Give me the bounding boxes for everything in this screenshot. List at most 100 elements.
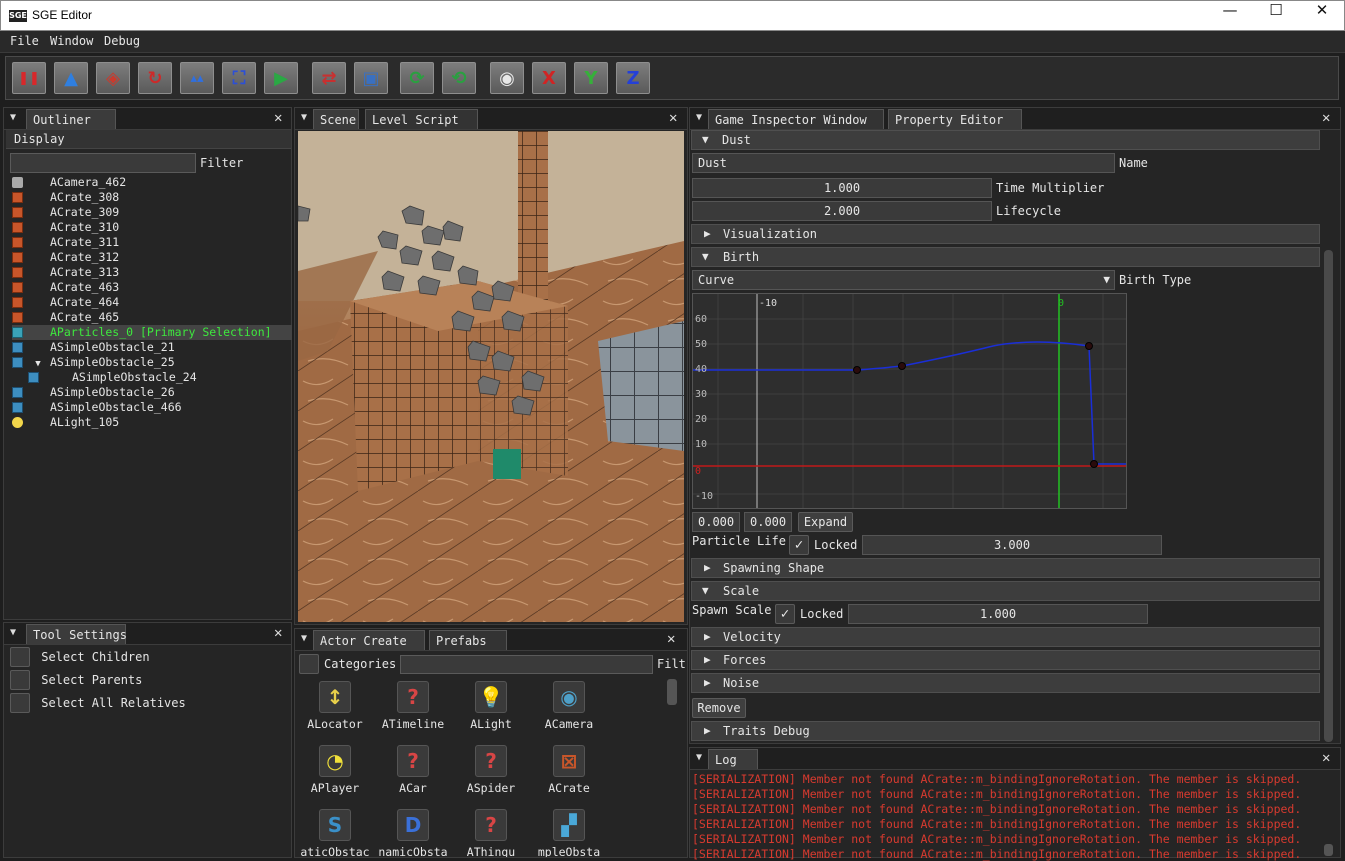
play-add-button[interactable]: ▶ bbox=[264, 62, 298, 94]
outliner-item[interactable]: ACrate_310 bbox=[12, 220, 292, 235]
select-all-relatives-checkbox[interactable] bbox=[10, 693, 30, 713]
scale-button[interactable]: ▴▴ bbox=[180, 62, 214, 94]
tab-game-inspector[interactable]: Game Inspector Window bbox=[708, 109, 884, 129]
axis-y-button[interactable]: Y bbox=[574, 62, 608, 94]
outliner-filter-input[interactable] bbox=[10, 153, 196, 173]
visualization-section-header[interactable]: ▶ Visualization bbox=[691, 224, 1320, 244]
birth-type-select[interactable]: Curve ▼ bbox=[692, 270, 1115, 290]
scene-viewport[interactable] bbox=[298, 131, 684, 622]
actor-item[interactable]: ▞ mpleObsta bbox=[531, 809, 607, 857]
curve-y-input[interactable]: 0.000 bbox=[744, 512, 792, 532]
tab-level-script[interactable]: Level Script bbox=[365, 109, 478, 129]
velocity-section-header[interactable]: ▶ Velocity bbox=[691, 627, 1320, 647]
maximize-button[interactable]: ☐ bbox=[1253, 1, 1299, 31]
outliner-item[interactable]: ACrate_313 bbox=[12, 265, 292, 280]
close-icon[interactable]: ✕ bbox=[667, 631, 675, 647]
log-scrollbar[interactable] bbox=[1324, 844, 1333, 856]
tab-property-editor[interactable]: Property Editor bbox=[888, 109, 1022, 129]
actor-item[interactable]: ? ACar bbox=[375, 745, 451, 795]
panel-menu-icon[interactable]: ▼ bbox=[10, 627, 16, 638]
select-children-checkbox[interactable] bbox=[10, 647, 30, 667]
close-icon[interactable]: ✕ bbox=[274, 110, 282, 126]
panel-menu-icon[interactable]: ▼ bbox=[301, 633, 307, 644]
tab-actor-create[interactable]: Actor Create bbox=[313, 630, 425, 650]
select-all-relatives-option[interactable]: Select All Relatives bbox=[10, 693, 186, 713]
noise-section-header[interactable]: ▶ Noise bbox=[691, 673, 1320, 693]
birth-section-header[interactable]: ▼ Birth bbox=[691, 247, 1320, 267]
menu-window[interactable]: Window bbox=[50, 34, 93, 48]
window-button[interactable]: ▣ bbox=[354, 62, 388, 94]
tab-scene[interactable]: Scene bbox=[313, 109, 359, 129]
outliner-item[interactable]: ASimpleObstacle_21 bbox=[12, 340, 292, 355]
menu-file[interactable]: File bbox=[10, 34, 39, 48]
axis-x-button[interactable]: X bbox=[532, 62, 566, 94]
actor-item[interactable]: DnamicObsta bbox=[375, 809, 451, 857]
particle-life-locked-checkbox[interactable]: ✓ bbox=[789, 535, 809, 555]
actor-item[interactable]: SaticObstac bbox=[297, 809, 373, 857]
tab-outliner[interactable]: Outliner bbox=[26, 109, 116, 129]
actor-item[interactable]: ◔ APlayer bbox=[297, 745, 373, 795]
select-parents-option[interactable]: Select Parents bbox=[10, 670, 142, 690]
fit-button[interactable]: ⛶ bbox=[222, 62, 256, 94]
panel-menu-icon[interactable]: ▼ bbox=[696, 112, 702, 123]
time-multiplier-input[interactable]: 1.000 bbox=[692, 178, 992, 198]
forces-section-header[interactable]: ▶ Forces bbox=[691, 650, 1320, 670]
actor-item[interactable]: ? ATimeline bbox=[375, 681, 451, 731]
traits-debug-section-header[interactable]: ▶ Traits Debug bbox=[691, 721, 1320, 741]
remove-button[interactable]: Remove bbox=[692, 698, 746, 718]
close-icon[interactable]: ✕ bbox=[1322, 110, 1330, 126]
panel-menu-icon[interactable]: ▼ bbox=[301, 112, 307, 123]
swap-button[interactable]: ⇄ bbox=[312, 62, 346, 94]
spawning-shape-section-header[interactable]: ▶ Spawning Shape bbox=[691, 558, 1320, 578]
outliner-item[interactable]: ACrate_465 bbox=[12, 310, 292, 325]
display-menu[interactable]: Display bbox=[6, 130, 291, 149]
select-children-option[interactable]: Select Children bbox=[10, 647, 150, 667]
spawn-scale-locked-checkbox[interactable]: ✓ bbox=[775, 604, 795, 624]
particle-life-input[interactable]: 3.000 bbox=[862, 535, 1162, 555]
panel-menu-icon[interactable]: ▼ bbox=[10, 112, 16, 123]
tab-tool-settings[interactable]: Tool Settings bbox=[26, 624, 127, 644]
outliner-item[interactable]: ASimpleObstacle_466 bbox=[12, 400, 292, 415]
lifecycle-input[interactable]: 2.000 bbox=[692, 201, 992, 221]
pause-button[interactable]: ❚❚ bbox=[12, 62, 46, 94]
outliner-item[interactable]: ALight_105 bbox=[12, 415, 292, 430]
outliner-item[interactable]: ASimpleObstacle_26 bbox=[12, 385, 292, 400]
refresh-button[interactable]: ↻ bbox=[138, 62, 172, 94]
outliner-item[interactable]: ACrate_312 bbox=[12, 250, 292, 265]
reload-green-button[interactable]: ⟳ bbox=[400, 62, 434, 94]
tab-log[interactable]: Log bbox=[708, 749, 758, 769]
categories-checkbox[interactable] bbox=[299, 654, 319, 674]
dust-section-header[interactable]: ▼ Dust bbox=[691, 130, 1320, 150]
expand-button[interactable]: Expand bbox=[798, 512, 853, 532]
curve-x-input[interactable]: 0.000 bbox=[692, 512, 740, 532]
actor-item[interactable]: ↕ ALocator bbox=[297, 681, 373, 731]
outliner-item[interactable]: AParticles_0 [Primary Selection] bbox=[12, 325, 292, 340]
camera-button[interactable]: ◉ bbox=[490, 62, 524, 94]
outliner-item[interactable]: ▼ ASimpleObstacle_25 bbox=[12, 355, 292, 370]
actor-item[interactable]: 💡 ALight bbox=[453, 681, 529, 731]
close-icon[interactable]: ✕ bbox=[669, 110, 677, 126]
menu-debug[interactable]: Debug bbox=[104, 34, 140, 48]
minimize-button[interactable]: — bbox=[1207, 1, 1253, 31]
outliner-item[interactable]: ASimpleObstacle_24 bbox=[12, 370, 292, 385]
outliner-item[interactable]: ACrate_308 bbox=[12, 190, 292, 205]
actor-item[interactable]: ? ASpider bbox=[453, 745, 529, 795]
panel-menu-icon[interactable]: ▼ bbox=[696, 752, 702, 763]
actor-item[interactable]: ◉ ACamera bbox=[531, 681, 607, 731]
outliner-item[interactable]: ACrate_311 bbox=[12, 235, 292, 250]
axis-z-button[interactable]: Z bbox=[616, 62, 650, 94]
outliner-item[interactable]: ACrate_309 bbox=[12, 205, 292, 220]
scale-section-header[interactable]: ▼ Scale bbox=[691, 581, 1320, 601]
outliner-item[interactable]: ACamera_462 bbox=[12, 175, 292, 190]
actor-item[interactable]: ? AThingu bbox=[453, 809, 529, 857]
birth-curve-editor[interactable]: 60 50 40 30 20 10 0 -10 -10 0 bbox=[692, 293, 1127, 509]
actor-filter-input[interactable] bbox=[400, 655, 653, 674]
select-parents-checkbox[interactable] bbox=[10, 670, 30, 690]
close-icon[interactable]: ✕ bbox=[1322, 750, 1330, 766]
inspector-scrollbar[interactable] bbox=[1324, 250, 1333, 742]
actor-scrollbar[interactable] bbox=[667, 679, 677, 705]
tab-prefabs[interactable]: Prefabs bbox=[429, 630, 507, 650]
spawn-scale-input[interactable]: 1.000 bbox=[848, 604, 1148, 624]
reload-globe-button[interactable]: ⟲ bbox=[442, 62, 476, 94]
name-input[interactable]: Dust bbox=[692, 153, 1115, 173]
